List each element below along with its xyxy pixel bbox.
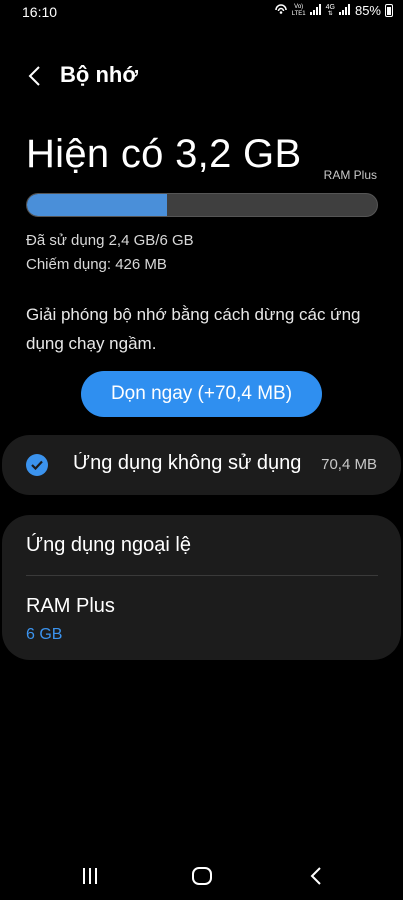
navigation-bar: [0, 850, 403, 900]
volte-icon: Vo) LTE1: [291, 3, 306, 17]
ram-plus-item[interactable]: RAM Plus 6 GB: [2, 576, 401, 660]
status-time: 16:10: [22, 4, 58, 20]
ram-plus-value: 6 GB: [26, 626, 63, 643]
ram-plus-tag: RAM Plus: [323, 168, 377, 182]
back-nav-button[interactable]: [296, 864, 336, 888]
signal-icon-2: [338, 3, 351, 18]
clean-now-button[interactable]: Dọn ngay (+70,4 MB): [81, 371, 322, 417]
hotspot-icon: [274, 3, 288, 18]
back-icon: [310, 867, 321, 885]
battery-percent: 85%: [354, 3, 381, 18]
checkbox-checked-icon[interactable]: [26, 454, 48, 476]
status-icons: Vo) LTE1 4G ⇅ 85%: [274, 3, 393, 18]
memory-usage-fill: [27, 194, 167, 216]
exception-apps-item[interactable]: Ứng dụng ngoại lệ: [2, 515, 401, 575]
home-icon: [192, 867, 212, 885]
occupied-memory-text: Chiếm dụng: 426 MB: [26, 256, 167, 273]
page-title: Bộ nhớ: [60, 62, 138, 87]
recents-icon: [83, 868, 97, 884]
settings-card: Ứng dụng ngoại lệ RAM Plus 6 GB: [2, 515, 401, 660]
exception-apps-label: Ứng dụng ngoại lệ: [26, 534, 191, 556]
status-bar: 16:10 Vo) LTE1 4G ⇅ 85%: [0, 0, 403, 26]
header: Bộ nhớ: [0, 56, 403, 96]
home-button[interactable]: [182, 864, 222, 888]
unused-apps-label: Ứng dụng không sử dụng: [73, 452, 302, 474]
unused-apps-size: 70,4 MB: [321, 456, 377, 473]
available-memory: Hiện có 3,2 GB: [26, 132, 302, 176]
chevron-left-icon: [28, 66, 40, 86]
network-4g-icon: 4G ⇅: [325, 3, 335, 17]
back-button[interactable]: [20, 62, 48, 90]
signal-icon: [309, 3, 322, 18]
recents-button[interactable]: [70, 864, 110, 888]
memory-usage-bar: [26, 193, 378, 217]
used-memory-text: Đã sử dụng 2,4 GB/6 GB: [26, 232, 194, 249]
battery-icon: [385, 4, 393, 17]
ram-plus-label: RAM Plus: [26, 595, 115, 617]
description-text: Giải phóng bộ nhớ bằng cách dừng các ứng…: [26, 305, 361, 353]
unused-apps-card[interactable]: Ứng dụng không sử dụng 70,4 MB: [2, 435, 401, 495]
